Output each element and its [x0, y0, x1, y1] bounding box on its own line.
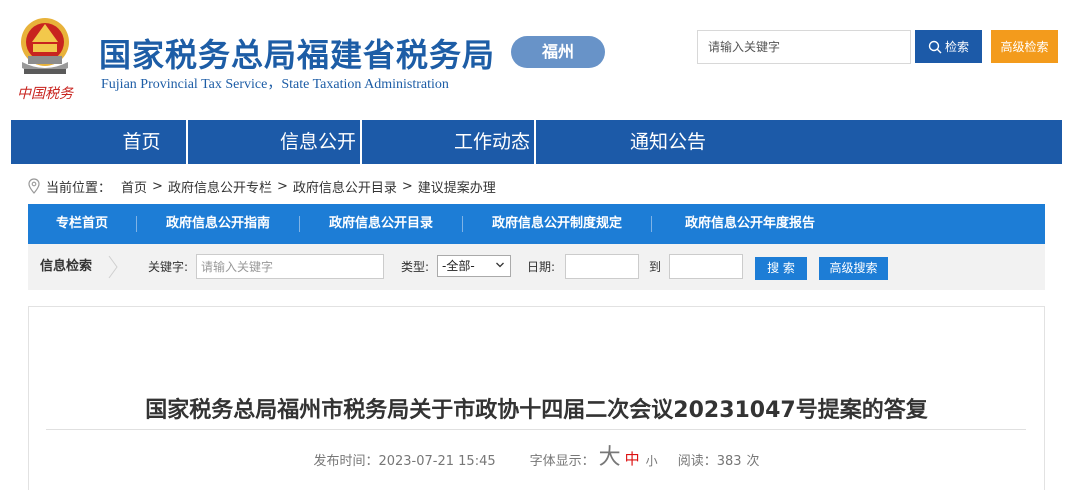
- sub-nav-info-regulations[interactable]: 政府信息公开制度规定: [463, 204, 651, 244]
- read-count-label: 阅读：: [677, 454, 717, 469]
- publish-time-label: 发布时间：: [313, 454, 379, 469]
- header-search-button-label: 检索: [944, 40, 969, 54]
- svg-text:中国税务: 中国税务: [17, 86, 74, 102]
- article-meta: 发布时间： 2023-07-21 15:45 字体显示： 大 中 小 阅读： 3…: [29, 443, 1044, 470]
- type-label: 类型:: [401, 260, 430, 274]
- filter-search-button[interactable]: 搜 索: [755, 257, 807, 280]
- article-panel: 国家税务总局福州市税务局关于市政协十四届二次会议20231047号提案的答复 发…: [28, 306, 1045, 490]
- tax-emblem-logo: 中国税务: [17, 18, 74, 102]
- read-count-value: 383: [716, 454, 742, 469]
- chevron-down-icon: [496, 262, 504, 268]
- breadcrumb-gov-info-catalog[interactable]: 政府信息公开目录: [293, 177, 397, 196]
- date-start-input[interactable]: [565, 254, 639, 279]
- search-icon: [928, 40, 942, 53]
- breadcrumb-separator: >: [152, 178, 163, 194]
- keyword-label: 关键字:: [148, 260, 189, 274]
- breadcrumb-gov-info-column[interactable]: 政府信息公开专栏: [168, 177, 272, 196]
- breadcrumb-proposal-handling[interactable]: 建议提案办理: [418, 177, 496, 196]
- header-search-input[interactable]: [697, 30, 911, 64]
- type-select[interactable]: -全部-: [437, 255, 511, 277]
- location-pin-icon: [28, 178, 40, 194]
- info-search-title: 信息检索: [40, 259, 93, 274]
- main-nav: 首页 信息公开 工作动态 通知公告: [0, 120, 1080, 164]
- header-search-button[interactable]: 检索: [915, 30, 982, 63]
- date-end-input[interactable]: [669, 254, 743, 279]
- breadcrumb: 当前位置： 首页 > 政府信息公开专栏 > 政府信息公开目录 > 建议提案办理: [28, 176, 496, 196]
- breadcrumb-home[interactable]: 首页: [121, 177, 147, 196]
- read-count-unit: 次: [746, 454, 760, 469]
- nav-item-notices[interactable]: 通知公告: [536, 120, 800, 164]
- site-subtitle: Fujian Provincial Tax Service，State Taxa…: [101, 77, 449, 92]
- site-title: 国家税务总局福建省税务局: [99, 36, 496, 74]
- article-title: 国家税务总局福州市税务局关于市政协十四届二次会议20231047号提案的答复: [145, 398, 928, 423]
- font-size-label: 字体显示：: [529, 454, 595, 469]
- filter-advanced-search-button[interactable]: 高级搜索: [819, 257, 888, 280]
- site-header: 中国税务 国家税务总局福建省税务局 Fujian Provincial Tax …: [0, 0, 1080, 120]
- sub-nav-info-catalog[interactable]: 政府信息公开目录: [300, 204, 462, 244]
- type-select-value: -全部-: [442, 259, 475, 273]
- sub-nav-info-guide[interactable]: 政府信息公开指南: [137, 204, 299, 244]
- sub-nav-column-home[interactable]: 专栏首页: [28, 204, 136, 244]
- city-badge[interactable]: 福州: [511, 36, 605, 68]
- date-label: 日期:: [527, 260, 556, 274]
- nav-item-home[interactable]: 首页: [97, 120, 186, 164]
- chevron-right-icon: [108, 255, 118, 279]
- publish-time-value: 2023-07-21 15:45: [378, 454, 496, 469]
- breadcrumb-separator: >: [401, 178, 413, 194]
- breadcrumb-prefix: 当前位置：: [46, 180, 112, 196]
- breadcrumb-separator: >: [276, 178, 288, 194]
- font-size-medium-button[interactable]: 中: [625, 448, 640, 469]
- date-to-label: 到: [649, 260, 662, 274]
- sub-nav-annual-report[interactable]: 政府信息公开年度报告: [652, 204, 848, 244]
- font-size-small-button[interactable]: 小: [646, 452, 658, 469]
- info-search-bar: 信息检索 关键字: 类型: -全部- 日期: 到 搜 索 高级搜索: [28, 244, 1045, 290]
- article-divider: [46, 429, 1026, 430]
- keyword-input[interactable]: [196, 254, 384, 279]
- header-advanced-search-button[interactable]: 高级检索: [991, 30, 1058, 63]
- sub-nav: 专栏首页 政府信息公开指南 政府信息公开目录 政府信息公开制度规定 政府信息公开…: [28, 204, 1045, 244]
- nav-item-work-news[interactable]: 工作动态: [362, 120, 534, 164]
- nav-item-info-disclosure[interactable]: 信息公开: [188, 120, 360, 164]
- font-size-large-button[interactable]: 大: [599, 445, 621, 469]
